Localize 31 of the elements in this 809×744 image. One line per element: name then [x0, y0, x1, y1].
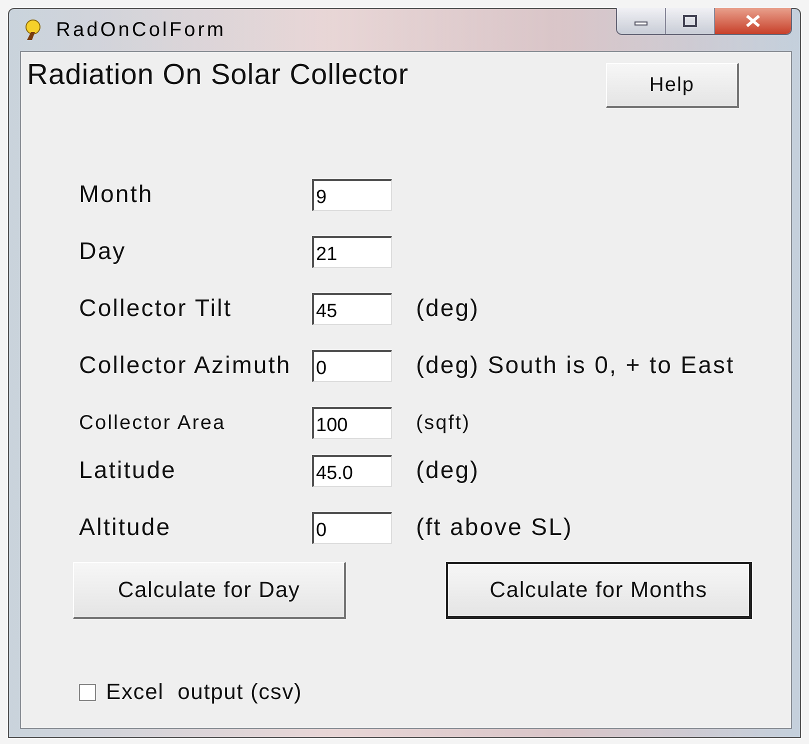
unit-label: (sqft): [416, 412, 471, 434]
help-button[interactable]: Help: [606, 63, 739, 108]
unit-label: (deg): [416, 457, 480, 485]
field-label: Latitude: [79, 457, 178, 485]
calculate-button[interactable]: Calculate for Day: [73, 562, 346, 619]
close-icon: [744, 14, 762, 28]
field-label: Day: [79, 238, 128, 266]
form-heading: Radiation On Solar Collector: [27, 58, 409, 92]
input-field[interactable]: 0: [312, 512, 392, 544]
unit-label: (deg): [416, 295, 480, 323]
input-field[interactable]: 0: [312, 350, 392, 382]
input-field[interactable]: 100: [312, 407, 392, 439]
input-field[interactable]: 21: [312, 236, 392, 268]
input-field[interactable]: 45.0: [312, 455, 392, 487]
input-field[interactable]: 45: [312, 293, 392, 325]
close-button[interactable]: [714, 8, 791, 34]
field-label: Collector Area: [79, 412, 227, 434]
maximize-icon: [682, 14, 698, 28]
input-field[interactable]: 9: [312, 179, 392, 211]
checkbox-label: Excel output (csv): [106, 679, 302, 705]
unit-label: (ft above SL): [416, 514, 573, 542]
maximize-button[interactable]: [665, 8, 714, 34]
field-label: Collector Tilt: [79, 295, 234, 323]
field-label: Altitude: [79, 514, 172, 542]
calculate-button[interactable]: Calculate for Months: [446, 562, 752, 619]
unit-label: (deg) South is 0, + to East: [416, 352, 735, 380]
checkbox[interactable]: [79, 684, 96, 700]
field-label: Month: [79, 181, 154, 209]
minimize-button[interactable]: [617, 8, 665, 34]
window-title: RadOnColForm: [56, 18, 226, 42]
field-label: Collector Azimuth: [79, 352, 292, 380]
